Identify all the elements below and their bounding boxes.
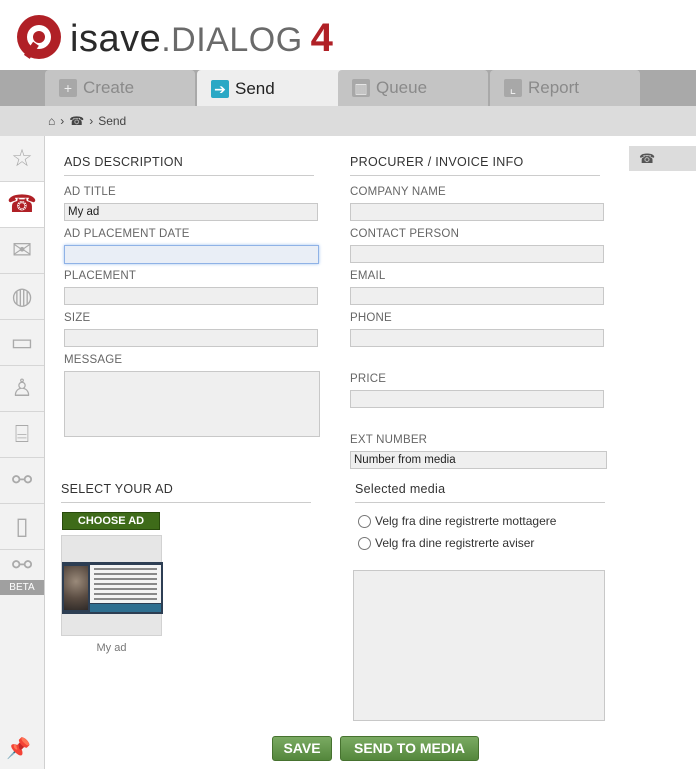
- size-input[interactable]: [64, 329, 318, 347]
- ad-title-input[interactable]: [64, 203, 318, 221]
- company-label: COMPANY NAME: [350, 186, 446, 198]
- save-button[interactable]: SAVE: [272, 736, 332, 761]
- tab-create-label: Create: [83, 78, 135, 97]
- ad-preview-footer: [90, 604, 161, 612]
- globe-icon[interactable]: ◍: [0, 274, 44, 320]
- brand-name: isave: [70, 18, 162, 60]
- size-label: SIZE: [64, 312, 91, 324]
- message-textarea[interactable]: [64, 371, 320, 437]
- tab-queue-label: Queue: [376, 78, 428, 97]
- price-label: PRICE: [350, 373, 387, 385]
- radio-newspapers[interactable]: Velg fra dine registrerte aviser: [358, 536, 534, 550]
- mail-icon[interactable]: ✉: [0, 228, 44, 274]
- tab-send-label: Send: [235, 79, 275, 98]
- radio-button[interactable]: [358, 514, 371, 528]
- arrow-right-icon: ➔: [211, 80, 229, 98]
- beta-badge: BETA: [0, 580, 44, 595]
- brand-version: 4: [310, 16, 334, 60]
- company-input[interactable]: [350, 203, 604, 221]
- placement-input[interactable]: [64, 287, 318, 305]
- selected-media-title: Selected media: [355, 482, 605, 503]
- pin-icon[interactable]: 📌: [6, 736, 31, 761]
- send-phone-icon: ☎: [639, 151, 656, 166]
- message-label: MESSAGE: [64, 354, 123, 366]
- choose-ad-button[interactable]: CHOOSE AD: [62, 512, 160, 530]
- phone-input[interactable]: [350, 329, 604, 347]
- chevron-right-icon: ›: [89, 114, 94, 128]
- folder-icon[interactable]: ▭: [0, 320, 44, 366]
- tab-create[interactable]: + Create: [45, 70, 195, 106]
- radio-recipients[interactable]: Velg fra dine registrerte mottagere: [358, 514, 556, 528]
- queue-icon: ▥: [352, 79, 370, 97]
- tab-report-label: Report: [528, 78, 580, 97]
- ad-preview-image: [62, 562, 163, 614]
- send-phone-icon[interactable]: ☎: [69, 114, 84, 128]
- user-icon[interactable]: ♙: [0, 366, 44, 412]
- brand-sub: .DIALOG: [161, 21, 303, 59]
- radio-button[interactable]: [358, 536, 371, 550]
- chevron-right-icon: ›: [60, 114, 65, 128]
- breadcrumb: ⌂ › ☎ › Send: [0, 106, 696, 136]
- radio-recipients-label: Velg fra dine registrerte mottagere: [375, 514, 557, 528]
- main-tabbar: + Create ➔ Send ▥ Queue ⌞ Report: [0, 70, 696, 108]
- plus-icon: +: [59, 79, 77, 97]
- tab-send[interactable]: ➔ Send: [197, 70, 347, 108]
- home-icon[interactable]: ⌂: [48, 114, 55, 128]
- report-icon: ⌞: [504, 79, 522, 97]
- procurer-title: PROCURER / INVOICE INFO: [350, 155, 600, 176]
- ad-title-label: AD TITLE: [64, 186, 116, 198]
- ad-thumbnail[interactable]: [61, 535, 163, 636]
- email-label: EMAIL: [350, 270, 386, 282]
- star-icon[interactable]: ☆: [0, 136, 44, 182]
- beta-network-icon[interactable]: ⚯: [0, 550, 44, 580]
- ext-number-input[interactable]: [350, 451, 607, 469]
- side-panel-tab[interactable]: ☎: [629, 146, 696, 171]
- contact-input[interactable]: [350, 245, 604, 263]
- ad-preview-face: [64, 566, 88, 610]
- ext-number-label: EXT NUMBER: [350, 434, 428, 446]
- radio-newspapers-label: Velg fra dine registrerte aviser: [375, 536, 535, 550]
- select-ad-title: SELECT YOUR AD: [61, 482, 311, 503]
- placement-date-input[interactable]: [64, 245, 319, 264]
- database-icon[interactable]: ⌸: [0, 412, 44, 458]
- placement-label: PLACEMENT: [64, 270, 137, 282]
- network-icon[interactable]: ⚯: [0, 458, 44, 504]
- phone-label: PHONE: [350, 312, 392, 324]
- tab-report[interactable]: ⌞ Report: [490, 70, 640, 106]
- send-to-media-button[interactable]: SEND TO MEDIA: [340, 736, 479, 761]
- send-phone-icon[interactable]: ☎: [0, 182, 44, 228]
- placement-date-label: AD PLACEMENT DATE: [64, 228, 190, 240]
- selected-media-list[interactable]: [353, 570, 605, 721]
- tab-queue[interactable]: ▥ Queue: [338, 70, 488, 106]
- mobile-icon[interactable]: ▯: [0, 504, 44, 550]
- price-input[interactable]: [350, 390, 604, 408]
- ads-description-title: ADS DESCRIPTION: [64, 155, 314, 176]
- brand-wordmark: isave.DIALOG 4: [70, 16, 333, 61]
- ad-preview-text: [90, 565, 161, 603]
- left-sidebar: ☆ ☎ ✉ ◍ ▭ ♙ ⌸ ⚯ ▯ ⚯ BETA 📌: [0, 136, 45, 769]
- ad-thumbnail-caption: My ad: [96, 642, 127, 654]
- isave-logo-icon: [17, 15, 61, 59]
- breadcrumb-current: Send: [98, 114, 127, 128]
- email-input[interactable]: [350, 287, 604, 305]
- contact-label: CONTACT PERSON: [350, 228, 460, 240]
- app-header: isave.DIALOG 4: [0, 0, 696, 70]
